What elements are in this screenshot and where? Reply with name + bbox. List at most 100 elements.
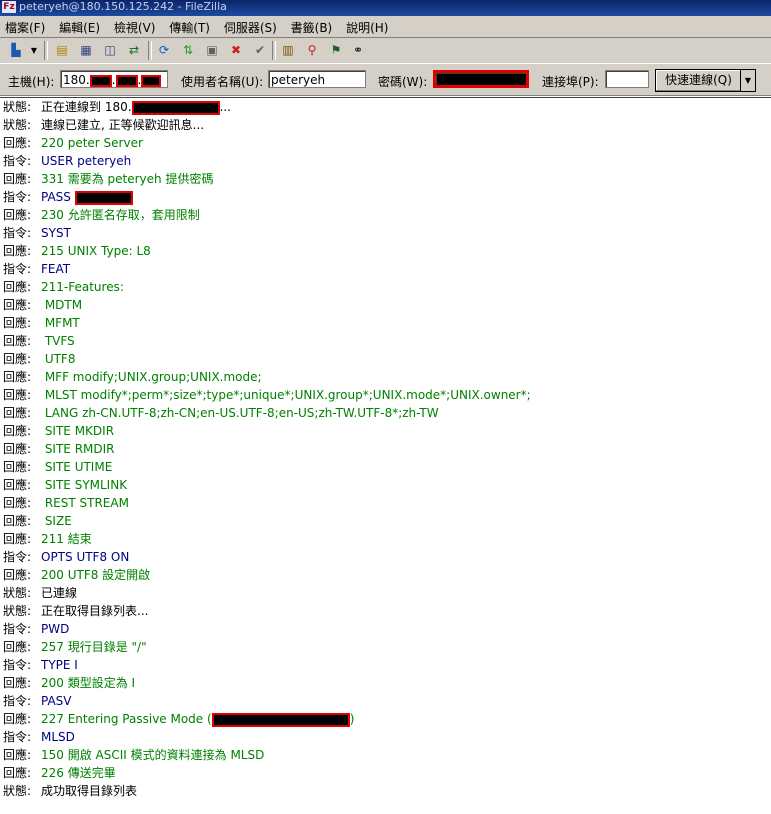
directory-compare-icon[interactable]: ▥ [278,41,298,60]
log-entry: 回應: 200 類型設定為 I [3,674,135,692]
log-entry: 狀態: 連線已建立, 正等候歡迎訊息... [3,116,204,134]
log-entry: 回應: MLST modify*;perm*;size*;type*;uniqu… [3,386,531,404]
log-entry-type: 回應: [3,208,32,222]
menu-bar: 檔案(F) 編輯(E) 檢視(V) 傳輸(T) 伺服器(S) 書籤(B) 說明(… [0,16,771,38]
log-entry-text: 正在取得目錄列表... [41,604,149,618]
log-entry-type: 指令: [3,550,32,564]
log-entry-tail: ) [349,712,355,726]
log-entry-type: 回應: [3,424,32,438]
log-entry-type: 回應: [3,676,32,690]
log-entry-type: 回應: [3,316,32,330]
log-entry-text: 成功取得目錄列表 [41,784,138,798]
window-title: peteryeh@180.150.125.242 - FileZilla [19,0,227,13]
log-entry-text: 257 現行目錄是 "/" [41,640,147,654]
dropdown-arrow-icon[interactable]: ▼ [28,41,40,60]
log-entry: 回應: TVFS [3,332,75,350]
log-entry: 指令: PASS [3,188,133,206]
password-input[interactable] [433,70,529,88]
username-label: 使用者名稱(U): [181,75,264,89]
log-entry-text: 已連線 [41,586,78,600]
cancel-icon[interactable]: ▣ [202,41,222,60]
log-entry: 回應: 211 結束 [3,530,92,548]
log-entry-type: 回應: [3,478,32,492]
log-entry-text: UTF8 [41,352,76,366]
log-entry-type: 指令: [3,190,32,204]
process-queue-icon[interactable]: ⇅ [178,41,198,60]
log-entry-text: PASV [41,694,72,708]
sync-browse-icon[interactable]: ⚲ [302,41,322,60]
menu-file[interactable]: 檔案(F) [0,16,50,36]
port-input[interactable] [605,70,649,88]
log-entry-type: 指令: [3,262,32,276]
log-entry-type: 指令: [3,694,32,708]
menu-help[interactable]: 說明(H) [341,16,393,36]
toolbar-separator [44,41,48,60]
log-entry-text: LANG zh-CN.UTF-8;zh-CN;en-US.UTF-8;en-US… [41,406,439,420]
redaction-box [89,74,112,87]
log-entry-type: 回應: [3,514,32,528]
log-entry: 回應: 150 開啟 ASCII 模式的資料連接為 MLSD [3,746,264,764]
menu-view[interactable]: 檢視(V) [109,16,161,36]
disconnect-icon[interactable]: ✖ [226,41,246,60]
menu-transfer[interactable]: 傳輸(T) [164,16,215,36]
log-entry: 回應: LANG zh-CN.UTF-8;zh-CN;en-US.UTF-8;e… [3,404,439,422]
filter-icon[interactable]: ⚑ [326,41,346,60]
log-entry: 指令: MLSD [3,728,75,746]
log-entry-type: 指令: [3,226,32,240]
log-entry: 回應: MFF modify;UNIX.group;UNIX.mode; [3,368,262,386]
log-entry-text: OPTS UTF8 ON [41,550,130,564]
log-entry-type: 回應: [3,712,32,726]
log-entry-text: 226 傳送完畢 [41,766,116,780]
log-entry-text: FEAT [41,262,71,276]
log-entry-text: MFF modify;UNIX.group;UNIX.mode; [41,370,262,384]
search-icon[interactable]: ⚭ [348,41,368,60]
log-entry-type: 狀態: [3,784,32,798]
log-entry-text: USER peteryeh [41,154,132,168]
log-entry: 指令: FEAT [3,260,70,278]
log-entry-type: 回應: [3,298,32,312]
toolbar-separator [148,41,152,60]
log-entry: 回應: 226 傳送完畢 [3,764,116,782]
message-log[interactable]: 狀態: 正在連線到 180.... 狀態: 連線已建立, 正等候歡迎訊息... 回應: 2… [0,97,771,814]
log-entry: 回應: SITE UTIME [3,458,112,476]
username-input[interactable]: peteryeh [268,70,366,88]
message-log-icon[interactable]: ▤ [52,41,72,60]
host-input[interactable]: 180... [60,70,168,88]
menu-edit[interactable]: 編輯(E) [54,16,105,36]
log-entry: 狀態: 成功取得目錄列表 [3,782,137,800]
transfer-queue-icon[interactable]: ⇄ [124,41,144,60]
remote-tree-icon[interactable]: ◫ [100,41,120,60]
log-entry-type: 回應: [3,766,32,780]
log-entry-type: 回應: [3,136,32,150]
log-entry: 指令: SYST [3,224,71,242]
refresh-icon[interactable]: ⟳ [154,41,174,60]
redaction-box [141,74,162,87]
reconnect-icon[interactable]: ✔ [250,41,270,60]
site-manager-icon[interactable]: ▙ [6,41,26,60]
log-entry-text: TVFS [41,334,75,348]
log-entry: 狀態: 已連線 [3,584,77,602]
log-entry-text: SITE UTIME [41,460,113,474]
log-entry: 回應: 230 允許匿名存取，套用限制 [3,206,200,224]
local-tree-icon[interactable]: ▦ [76,41,96,60]
log-entry: 回應: SITE SYMLINK [3,476,127,494]
password-label: 密碼(W): [378,75,428,89]
log-entry: 指令: PWD [3,620,69,638]
quickconnect-button[interactable]: 快速連線(Q) [655,69,742,92]
log-entry-text: 正在連線到 180. [41,100,132,114]
log-entry-text: 連線已建立, 正等候歡迎訊息... [41,118,205,132]
menu-server[interactable]: 伺服器(S) [219,16,282,36]
quickconnect-dropdown-arrow-icon[interactable]: ▼ [740,69,756,92]
quickconnect-bar: 主機(H): 180... 使用者名稱(U): peteryeh 密碼(W): … [0,64,771,96]
log-entry-type: 回應: [3,406,32,420]
log-entry-type: 回應: [3,442,32,456]
log-entry-text: PASS [41,190,75,204]
log-entry: 指令: PASV [3,692,72,710]
log-entry: 指令: TYPE I [3,656,78,674]
menu-bookmarks[interactable]: 書籤(B) [286,16,338,36]
port-label: 連接埠(P): [542,75,599,89]
log-entry-text: MDTM [41,298,83,312]
log-entry: 回應: REST STREAM [3,494,129,512]
log-entry-type: 指令: [3,730,32,744]
log-entry: 回應: 227 Entering Passive Mode () [3,710,354,728]
